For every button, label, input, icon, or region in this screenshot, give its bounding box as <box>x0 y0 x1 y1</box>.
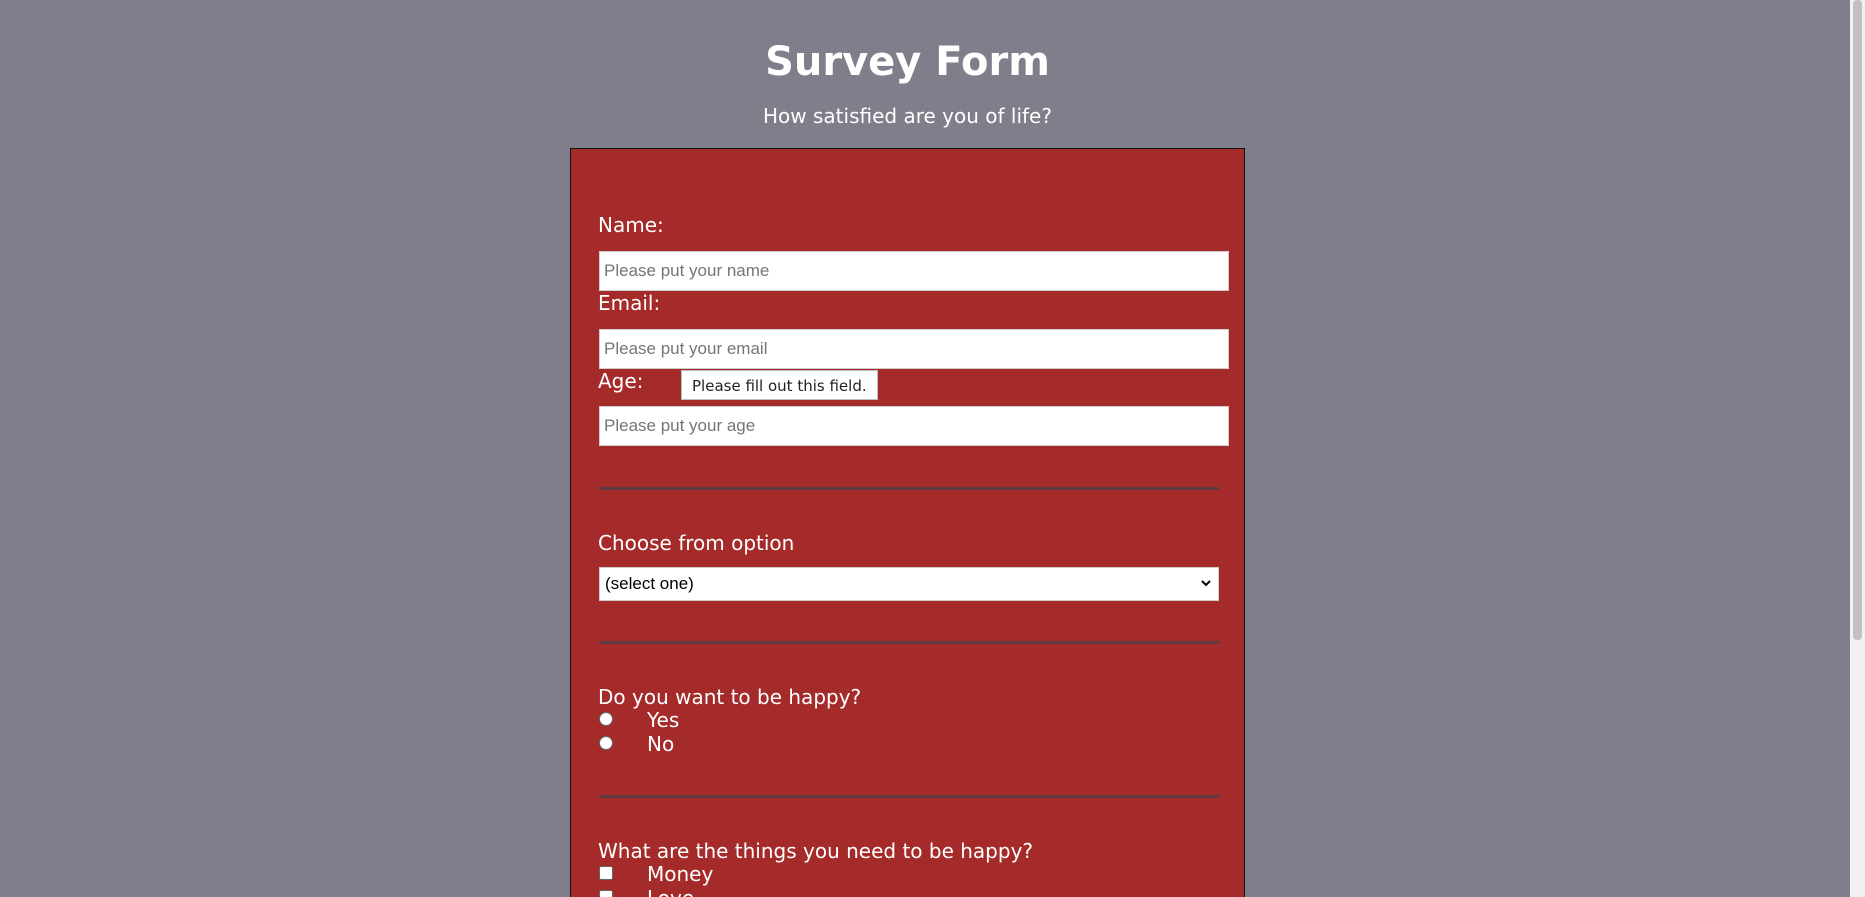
radio-button[interactable] <box>599 712 613 726</box>
survey-form: Name: Email: Age: Choose from option (se… <box>570 148 1245 897</box>
checkbox-label: Love <box>647 886 694 897</box>
radio-label: No <box>647 732 675 756</box>
needs-question: What are the things you need to be happy… <box>598 839 1034 863</box>
checkbox[interactable] <box>599 890 613 897</box>
dropdown-label: Choose from option <box>598 531 795 555</box>
age-input[interactable] <box>599 406 1229 446</box>
section-divider <box>599 487 1219 490</box>
radio-label: Yes <box>647 708 680 732</box>
scrollbar-thumb[interactable] <box>1853 0 1862 640</box>
page-title: Survey Form <box>765 39 1050 85</box>
page: Survey Form How satisfied are you of lif… <box>0 0 1865 897</box>
radio-button[interactable] <box>599 736 613 750</box>
name-label: Name: <box>598 213 664 237</box>
checkbox[interactable] <box>599 866 613 880</box>
section-divider <box>599 795 1219 798</box>
option-select[interactable]: (select one) <box>599 567 1219 601</box>
email-input[interactable] <box>599 329 1229 369</box>
option-select-value: (select one) <box>605 574 694 593</box>
page-scrollbar[interactable] <box>1850 0 1865 897</box>
checkbox-label: Money <box>647 862 714 886</box>
happy-question: Do you want to be happy? <box>598 685 862 709</box>
page-subtitle: How satisfied are you of life? <box>763 104 1052 128</box>
name-input[interactable] <box>599 251 1229 291</box>
email-label: Email: <box>598 291 661 315</box>
chevron-down-icon <box>1201 580 1211 587</box>
age-label: Age: <box>598 369 644 393</box>
validation-tooltip: Please fill out this field. <box>681 370 878 400</box>
section-divider <box>599 641 1219 644</box>
